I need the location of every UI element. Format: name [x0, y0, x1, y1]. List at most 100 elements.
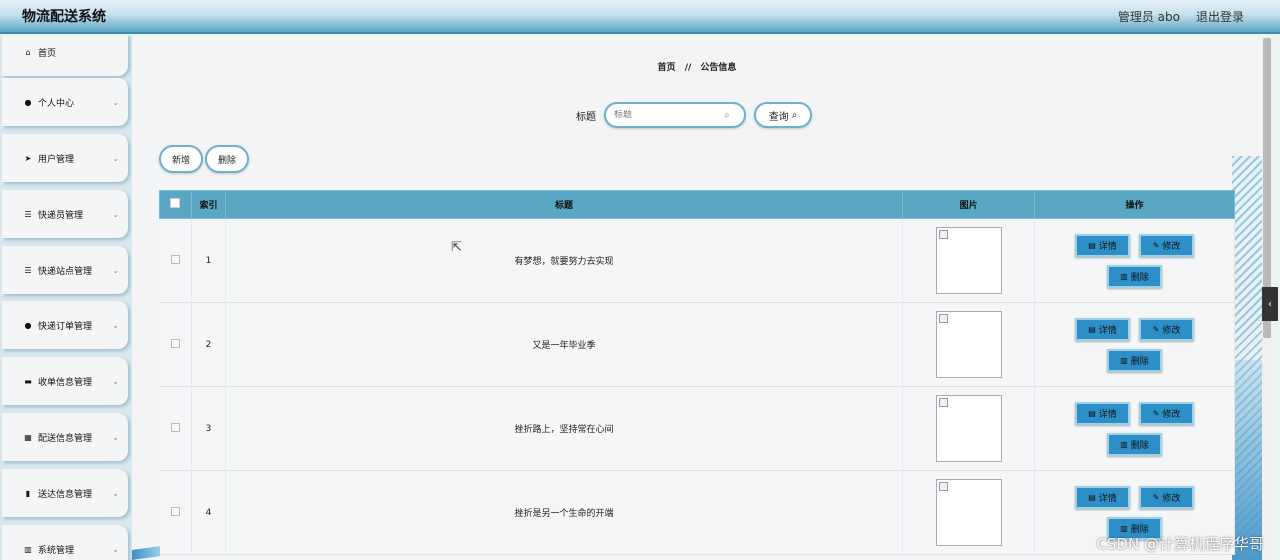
- row-title: 挫折是另一个生命的开端: [225, 470, 904, 555]
- header-ops: 操作: [1034, 190, 1235, 219]
- chevron-down-icon: ⌄: [112, 320, 119, 330]
- trash-icon: ▥: [1120, 439, 1128, 449]
- row-index: 3: [191, 386, 226, 471]
- edit-label: 修改: [1162, 493, 1181, 504]
- table-header-row: 索引 标题 图片 操作: [159, 190, 1235, 219]
- sidebar-item-3[interactable]: ☰ 快递员管理 ⌄: [2, 190, 128, 238]
- sidebar-item-label: 首页: [38, 48, 57, 59]
- decorative-stripes: [1232, 156, 1262, 560]
- detail-button[interactable]: ▤ 详情: [1075, 401, 1131, 425]
- sidebar-item-label: 收单信息管理: [38, 377, 93, 388]
- row-image-cell: [902, 302, 1036, 387]
- row-checkbox[interactable]: [170, 422, 180, 432]
- admin-user-label[interactable]: 管理员 abo: [1118, 8, 1180, 25]
- search-input[interactable]: [614, 110, 724, 120]
- edit-button[interactable]: ✎ 修改: [1139, 233, 1195, 257]
- detail-label: 详情: [1098, 409, 1117, 420]
- row-ops: ▤ 详情 ✎ 修改 ▥ 删除: [1035, 401, 1234, 456]
- sidebar-item-label: 快递站点管理: [38, 266, 93, 277]
- sidebar-item-1[interactable]: ● 个人中心 ⌄: [2, 78, 128, 126]
- monitor-icon: ▬: [24, 376, 32, 386]
- edit-button[interactable]: ✎ 修改: [1139, 485, 1195, 509]
- person-icon: ●: [24, 97, 32, 107]
- row-image-cell: [902, 470, 1036, 555]
- edit-label: 修改: [1162, 241, 1181, 252]
- row-ops-cell: ▤ 详情 ✎ 修改 ▥ 删除: [1034, 386, 1235, 471]
- collapse-tab-chevron-left-icon[interactable]: ‹: [1262, 287, 1278, 321]
- watermark: CSDN @计算机程序华哥: [1096, 535, 1264, 553]
- edit-label: 修改: [1162, 409, 1181, 420]
- detail-button[interactable]: ▤ 详情: [1075, 317, 1131, 341]
- table-row: 1 有梦想，就要努力去实现 ▤ 详情 ✎ 修改 ▥ 删除: [159, 218, 1235, 303]
- sidebar-item-2[interactable]: ➤ 用户管理 ⌄: [2, 134, 128, 182]
- send-icon: ➤: [24, 153, 32, 163]
- broken-image: [935, 395, 1002, 462]
- select-all-checkbox[interactable]: [170, 198, 181, 208]
- sidebar-item-label: 配送信息管理: [38, 433, 93, 444]
- breadcrumb-current: 公告信息: [700, 63, 737, 73]
- sidebar-item-label: 送达信息管理: [38, 489, 93, 500]
- delete-label: 删除: [1130, 272, 1149, 283]
- row-ops-cell: ▤ 详情 ✎ 修改 ▥ 删除: [1034, 218, 1235, 303]
- delete-button[interactable]: ▥ 删除: [1107, 432, 1163, 456]
- query-button-label: 查询: [768, 111, 789, 123]
- decorative-wave: [132, 546, 160, 560]
- add-button[interactable]: 新增: [159, 145, 203, 173]
- table-row: 3 挫折路上，坚持常在心间 ▤ 详情 ✎ 修改 ▥ 删除: [159, 386, 1235, 471]
- chevron-down-icon: ⌄: [112, 376, 119, 386]
- table-row: 2 又是一年毕业季 ▤ 详情 ✎ 修改 ▥ 删除: [159, 302, 1235, 387]
- breadcrumb-home[interactable]: 首页: [658, 63, 676, 73]
- chevron-down-icon: ⌄: [112, 97, 119, 107]
- sidebar: ⌂ 首页 ● 个人中心 ⌄ ➤ 用户管理 ⌄ ☰ 快递员管理 ⌄ ☰ 快递站点管理 ⌄ ● 快递订单管理 ⌄ ▬ 收…: [0, 36, 132, 560]
- batch-delete-button[interactable]: 删除: [205, 145, 249, 173]
- search-field[interactable]: ⌕: [604, 102, 746, 128]
- detail-label: 详情: [1098, 241, 1117, 252]
- row-title: 有梦想，就要努力去实现: [225, 218, 904, 303]
- query-button[interactable]: 查询 ⌕: [754, 102, 812, 128]
- chevron-down-icon: ⌄: [112, 544, 119, 554]
- row-select-cell: [159, 302, 192, 387]
- edit-button[interactable]: ✎ 修改: [1139, 317, 1195, 341]
- sidebar-item-7[interactable]: ▦ 配送信息管理 ⌄: [2, 413, 128, 461]
- delete-button[interactable]: ▥ 删除: [1107, 264, 1163, 288]
- sidebar-item-label: 快递订单管理: [38, 321, 93, 332]
- search-icon: ⌕: [791, 109, 798, 121]
- broken-image: [935, 311, 1002, 378]
- row-image-cell: [902, 218, 1036, 303]
- sidebar-item-4[interactable]: ☰ 快递站点管理 ⌄: [2, 246, 128, 294]
- sidebar-item-label: 用户管理: [38, 154, 75, 165]
- row-title: 又是一年毕业季: [225, 302, 904, 387]
- row-checkbox[interactable]: [170, 506, 180, 516]
- announcement-table: 索引 标题 图片 操作 1 有梦想，就要努力去实现 ▤ 详情 ✎ 修改 ▥ 删除 2 …: [159, 190, 1235, 555]
- sidebar-item-8[interactable]: ▮ 送达信息管理 ⌄: [2, 469, 128, 517]
- edit-button[interactable]: ✎ 修改: [1139, 401, 1195, 425]
- detail-label: 详情: [1098, 325, 1117, 336]
- sidebar-item-9[interactable]: ▥ 系统管理 ⌄: [2, 525, 128, 560]
- row-image-cell: [902, 386, 1036, 471]
- pencil-icon: ✎: [1152, 408, 1160, 418]
- header-index: 索引: [190, 190, 226, 219]
- chevron-down-icon: ⌄: [112, 488, 119, 498]
- chevron-down-icon: ⌄: [112, 209, 119, 219]
- header-user-area: 管理员 abo 退出登录: [1118, 8, 1244, 25]
- row-index: 2: [191, 302, 226, 387]
- ops-row: ▤ 详情 ✎ 修改: [1075, 485, 1195, 509]
- detail-button[interactable]: ▤ 详情: [1075, 233, 1131, 257]
- delete-button[interactable]: ▥ 删除: [1107, 348, 1163, 372]
- sidebar-item-6[interactable]: ▬ 收单信息管理 ⌄: [2, 357, 128, 405]
- pencil-icon: ✎: [1152, 240, 1160, 250]
- sidebar-item-5[interactable]: ● 快递订单管理 ⌄: [2, 301, 128, 349]
- trash-icon: ▥: [1120, 271, 1128, 281]
- row-checkbox[interactable]: [170, 338, 180, 348]
- table-body: 1 有梦想，就要努力去实现 ▤ 详情 ✎ 修改 ▥ 删除 2 又是一年毕业季 ▤ 详情 …: [159, 218, 1235, 555]
- logout-link[interactable]: 退出登录: [1196, 8, 1244, 25]
- row-select-cell: [159, 386, 192, 471]
- list-icon: ☰: [24, 265, 32, 275]
- detail-button[interactable]: ▤ 详情: [1075, 485, 1131, 509]
- document-icon: ▤: [1088, 240, 1096, 250]
- document-icon: ▤: [1088, 492, 1096, 502]
- sidebar-item-0[interactable]: ⌂ 首页: [2, 36, 128, 76]
- row-checkbox[interactable]: [170, 254, 180, 264]
- trash-icon: ▥: [1120, 523, 1128, 533]
- sidebar-item-label: 个人中心: [38, 98, 75, 109]
